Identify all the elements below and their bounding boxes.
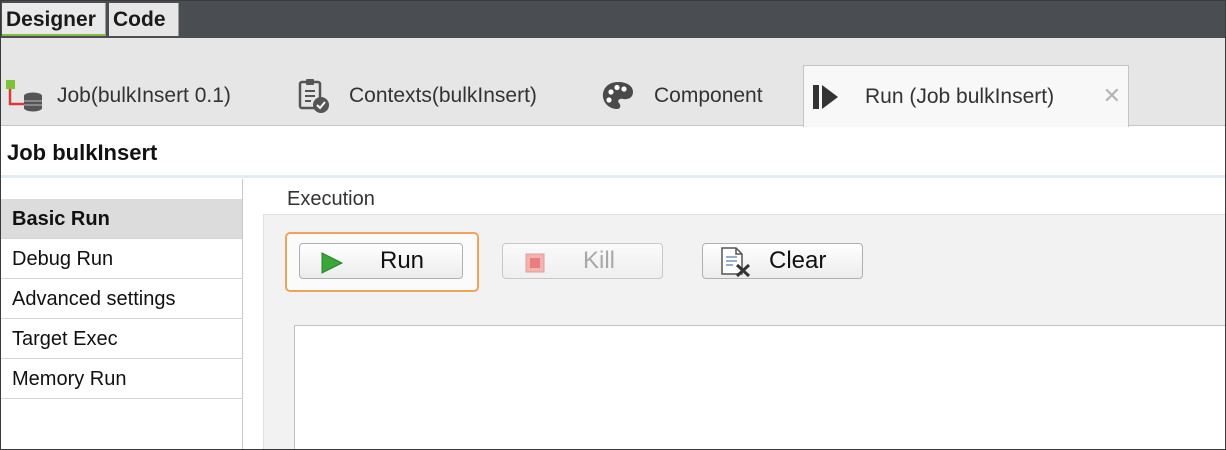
sidebar-item-target-exec[interactable]: Target Exec [1, 319, 242, 359]
tab-designer[interactable]: Designer [2, 3, 106, 36]
run-button-label: Run [380, 247, 425, 274]
clear-console-icon [719, 247, 751, 278]
tab-contexts-label: Contexts(bulkInsert) [349, 83, 537, 107]
tab-job[interactable]: Job(bulkInsert 0.1) [5, 65, 275, 126]
clear-button[interactable]: Clear [702, 243, 863, 279]
sidebar-item-debug-run[interactable]: Debug Run [1, 239, 242, 279]
editor-tab-bar: Designer Code [1, 1, 1225, 38]
execution-title: Execution [287, 188, 375, 210]
console-output[interactable] [294, 325, 1225, 449]
sidebar-item-basic-run[interactable]: Basic Run [1, 199, 242, 239]
close-icon[interactable]: ✕ [1103, 83, 1121, 109]
clear-button-label: Clear [769, 247, 827, 274]
tab-code[interactable]: Code [109, 3, 179, 36]
page-title: Job bulkInsert [7, 140, 158, 165]
tab-run-label: Run (Job bulkInsert) [865, 84, 1055, 108]
run-job-window: Designer Code Job(bulkInsert 0.1) Contex… [0, 0, 1226, 450]
view-tab-bar: Job(bulkInsert 0.1) Contexts(bulkInsert) [1, 38, 1225, 127]
tab-contexts[interactable]: Contexts(bulkInsert) [297, 65, 587, 126]
sidebar-item-memory-run[interactable]: Memory Run [1, 359, 242, 399]
contexts-icon [297, 78, 331, 114]
stop-icon [525, 252, 545, 273]
tab-component[interactable]: Component [601, 65, 791, 126]
palette-icon [601, 80, 635, 112]
kill-button-label: Kill [583, 247, 616, 274]
run-mode-sidebar: Basic Run Debug Run Advanced settings Ta… [1, 179, 243, 449]
run-button[interactable]: Run [299, 243, 463, 279]
play-icon [320, 252, 344, 274]
tab-job-label: Job(bulkInsert 0.1) [57, 83, 231, 107]
kill-button[interactable]: Kill [502, 243, 663, 279]
tab-component-label: Component [654, 83, 763, 107]
run-view-icon [812, 84, 840, 110]
header-divider [1, 175, 1225, 178]
tab-run[interactable]: Run (Job bulkInsert) ✕ [803, 65, 1129, 127]
job-icon [5, 78, 45, 114]
sidebar-item-advanced-settings[interactable]: Advanced settings [1, 279, 242, 319]
